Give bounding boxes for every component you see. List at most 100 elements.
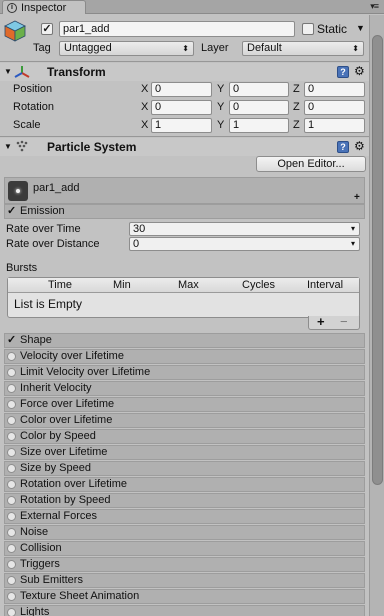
vertical-scrollbar[interactable]	[369, 15, 384, 616]
module-label: Velocity over Lifetime	[20, 350, 124, 362]
module-toggle[interactable]	[7, 464, 16, 473]
module-triggers[interactable]: Triggers	[4, 557, 365, 572]
module-color-over-lifetime[interactable]: Color over Lifetime	[4, 413, 365, 428]
axis-y-label: Y	[217, 101, 225, 113]
gameobject-cube-icon	[4, 20, 26, 42]
particle-system-main-module[interactable]: par1_add +	[4, 177, 365, 204]
module-toggle[interactable]	[7, 592, 16, 601]
add-burst-button[interactable]: +	[317, 315, 325, 329]
scale-y-field[interactable]: 1	[229, 118, 289, 133]
module-toggle[interactable]	[7, 368, 16, 377]
module-enabled-checkmark[interactable]: ✓	[7, 205, 16, 218]
module-color-by-speed[interactable]: Color by Speed	[4, 429, 365, 444]
bursts-label: Bursts	[6, 262, 38, 274]
scale-z-field[interactable]: 1	[304, 118, 365, 133]
module-toggle[interactable]	[7, 448, 16, 457]
help-icon[interactable]: ?	[337, 141, 349, 153]
module-rotation-over-lifetime[interactable]: Rotation over Lifetime	[4, 477, 365, 492]
axis-z-label: Z	[293, 83, 300, 95]
gear-icon[interactable]: ⚙	[354, 65, 365, 77]
module-toggle[interactable]	[7, 528, 16, 537]
module-toggle[interactable]	[7, 384, 16, 393]
position-y-field[interactable]: 0	[229, 82, 289, 97]
module-velocity-over-lifetime[interactable]: Velocity over Lifetime	[4, 349, 365, 364]
gear-icon[interactable]: ⚙	[354, 140, 365, 152]
module-toggle[interactable]	[7, 432, 16, 441]
module-inherit-velocity[interactable]: Inherit Velocity	[4, 381, 365, 396]
remove-burst-button[interactable]: −	[340, 315, 348, 329]
static-dropdown-icon[interactable]: ▼	[356, 21, 365, 35]
column-header-min: Min	[113, 279, 131, 291]
module-toggle[interactable]	[7, 512, 16, 521]
static-label: Static	[317, 22, 348, 36]
tab-inspector[interactable]: i Inspector	[2, 0, 86, 14]
active-checkbox[interactable]: ✓	[41, 23, 53, 35]
tag-value: Untagged	[64, 42, 112, 54]
position-x-field[interactable]: 0	[151, 82, 212, 97]
system-name-label: par1_add	[33, 182, 80, 194]
tag-dropdown[interactable]: Untagged ⬍	[59, 41, 194, 56]
module-collision[interactable]: Collision	[4, 541, 365, 556]
rotation-z-field[interactable]: 0	[304, 100, 365, 115]
module-noise[interactable]: Noise	[4, 525, 365, 540]
axis-y-label: Y	[217, 83, 225, 95]
layer-label: Layer	[201, 42, 229, 54]
bursts-list[interactable]: Time Min Max Cycles Interval List is Emp…	[7, 277, 360, 318]
module-toggle[interactable]	[7, 480, 16, 489]
module-toggle[interactable]	[7, 416, 16, 425]
gameobject-name-field[interactable]: par1_add	[59, 21, 295, 37]
module-texture-sheet-animation[interactable]: Texture Sheet Animation	[4, 589, 365, 604]
module-limit-velocity-over-lifetime[interactable]: Limit Velocity over Lifetime	[4, 365, 365, 380]
module-toggle[interactable]	[7, 400, 16, 409]
module-toggle[interactable]	[7, 544, 16, 553]
module-toggle[interactable]	[7, 560, 16, 569]
module-label: Size by Speed	[20, 462, 91, 474]
foldout-open-icon[interactable]: ▼	[4, 67, 12, 77]
rate-over-distance-label: Rate over Distance	[6, 238, 100, 250]
module-toggle[interactable]	[7, 576, 16, 585]
module-label: Triggers	[20, 558, 60, 570]
scale-x-field[interactable]: 1	[151, 118, 212, 133]
rotation-x-field[interactable]: 0	[151, 100, 212, 115]
module-label: Size over Lifetime	[20, 446, 108, 458]
transform-header[interactable]: ▼ Transform ? ⚙	[0, 63, 369, 81]
transform-title: Transform	[47, 65, 106, 79]
scale-label: Scale	[13, 119, 41, 131]
module-size-over-lifetime[interactable]: Size over Lifetime	[4, 445, 365, 460]
dropdown-arrow-icon[interactable]: ▾	[351, 238, 355, 250]
layer-dropdown[interactable]: Default ⬍	[242, 41, 364, 56]
foldout-open-icon[interactable]: ▼	[4, 142, 12, 152]
module-label: Color over Lifetime	[20, 414, 113, 426]
module-force-over-lifetime[interactable]: Force over Lifetime	[4, 397, 365, 412]
rate-over-time-field[interactable]: 30 ▾	[129, 222, 360, 236]
module-label: Rotation by Speed	[20, 494, 111, 506]
help-icon[interactable]: ?	[337, 66, 349, 78]
axis-x-label: X	[141, 119, 149, 131]
module-toggle[interactable]	[7, 496, 16, 505]
particle-system-header[interactable]: ▼ Particle System ? ⚙	[0, 138, 369, 156]
module-toggle[interactable]	[7, 608, 16, 616]
axis-z-label: Z	[293, 119, 300, 131]
rate-over-distance-field[interactable]: 0 ▾	[129, 237, 360, 251]
static-checkbox[interactable]	[302, 23, 314, 35]
module-sub-emitters[interactable]: Sub Emitters	[4, 573, 365, 588]
module-emission[interactable]: ✓ Emission	[4, 204, 365, 219]
module-external-forces[interactable]: External Forces	[4, 509, 365, 524]
scrollbar-thumb[interactable]	[372, 35, 383, 485]
rotation-label: Rotation	[13, 101, 54, 113]
add-module-icon[interactable]: +	[354, 191, 360, 205]
module-shape[interactable]: ✓ Shape	[4, 333, 365, 348]
module-lights[interactable]: Lights	[4, 605, 365, 616]
dropdown-arrow-icon[interactable]: ▾	[351, 223, 355, 235]
tab-menu-icon[interactable]: ▾≡	[370, 1, 379, 12]
separator	[0, 136, 369, 137]
particle-system-icon	[16, 140, 28, 152]
module-enabled-checkmark[interactable]: ✓	[7, 334, 16, 347]
column-header-max: Max	[178, 279, 199, 291]
rotation-y-field[interactable]: 0	[229, 100, 289, 115]
module-toggle[interactable]	[7, 352, 16, 361]
module-rotation-by-speed[interactable]: Rotation by Speed	[4, 493, 365, 508]
module-size-by-speed[interactable]: Size by Speed	[4, 461, 365, 476]
open-editor-button[interactable]: Open Editor...	[256, 156, 366, 172]
position-z-field[interactable]: 0	[304, 82, 365, 97]
